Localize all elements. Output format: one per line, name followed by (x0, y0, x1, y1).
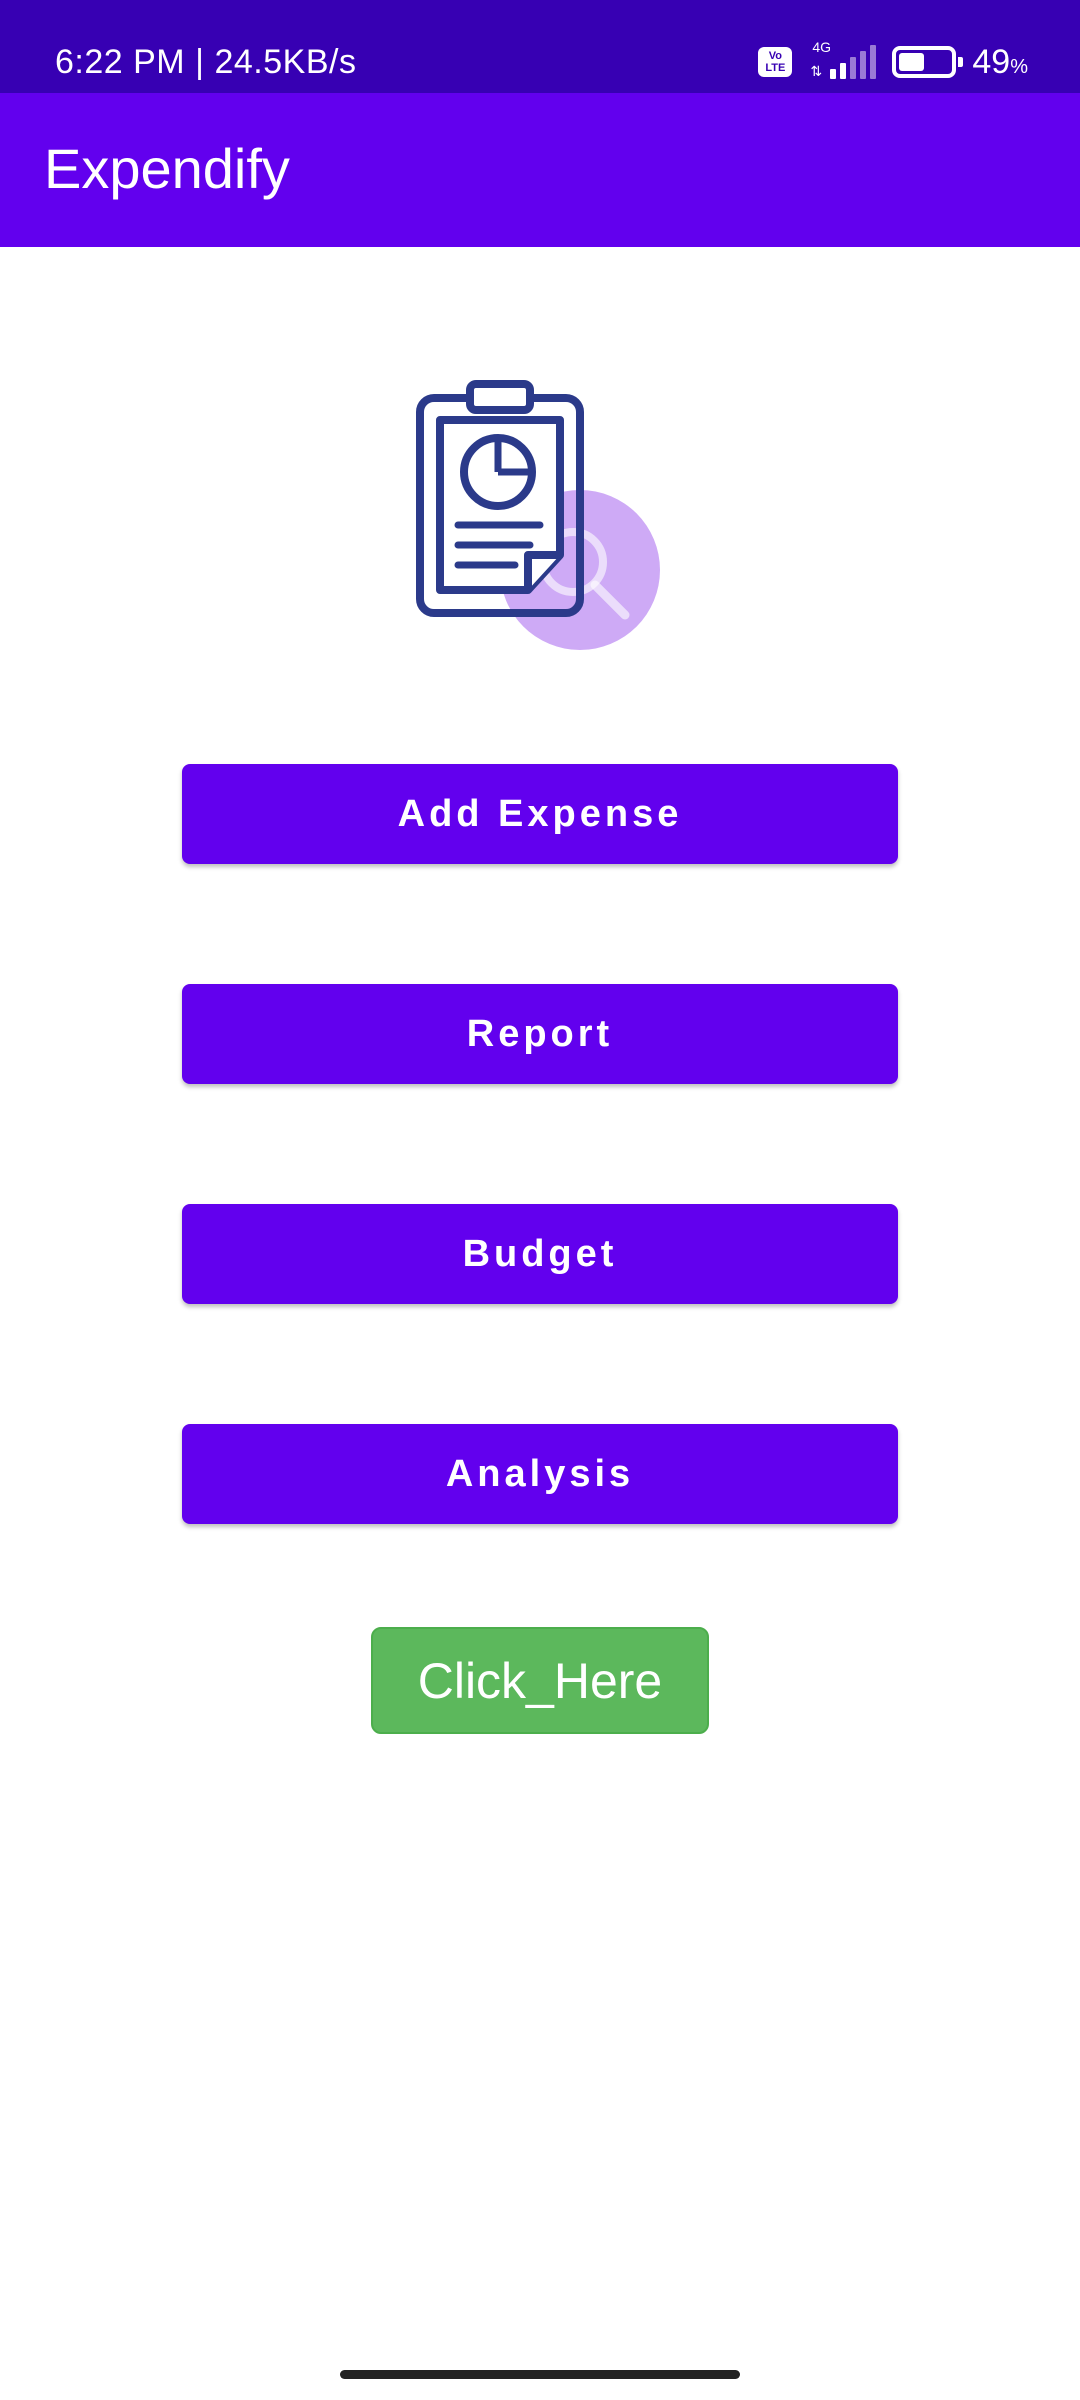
signal-bar (870, 45, 877, 79)
status-time: 6:22 PM (55, 43, 186, 81)
budget-button[interactable]: Budget (182, 1204, 898, 1304)
network-speed: 24.5KB/s (214, 43, 357, 81)
click-here-button[interactable]: Click_Here (371, 1627, 709, 1734)
clipboard-clip (466, 380, 534, 414)
clipboard-report-search-icon (416, 380, 660, 650)
battery-fill (899, 53, 925, 71)
app-title: Expendify (44, 137, 290, 200)
app-bar: Expendify (0, 93, 1080, 247)
signal-bar (840, 63, 847, 79)
analysis-button[interactable]: Analysis (182, 1424, 898, 1524)
status-bar: 6:22 PM | 24.5KB/s Vo LTE 4G ⇅ 49% (0, 0, 1080, 93)
add-expense-button[interactable]: Add Expense (182, 764, 898, 864)
battery-percentage: 49% (972, 42, 1028, 81)
home-indicator[interactable] (340, 2370, 740, 2379)
status-icons: Vo LTE 4G ⇅ 49% (758, 39, 1028, 84)
network-type: 4G (812, 39, 832, 55)
signal-bar (850, 57, 857, 79)
battery-nub (958, 57, 964, 67)
data-arrows-icon: ⇅ (810, 63, 823, 79)
battery-icon (892, 46, 964, 78)
signal-bar (860, 51, 867, 79)
volte-icon: Vo LTE (758, 47, 793, 77)
signal-icon: 4G ⇅ (808, 39, 877, 81)
status-left: 6:22 PM | 24.5KB/s (55, 38, 356, 86)
signal-bar (830, 69, 837, 79)
report-button[interactable]: Report (182, 984, 898, 1084)
status-separator: | (195, 43, 205, 81)
